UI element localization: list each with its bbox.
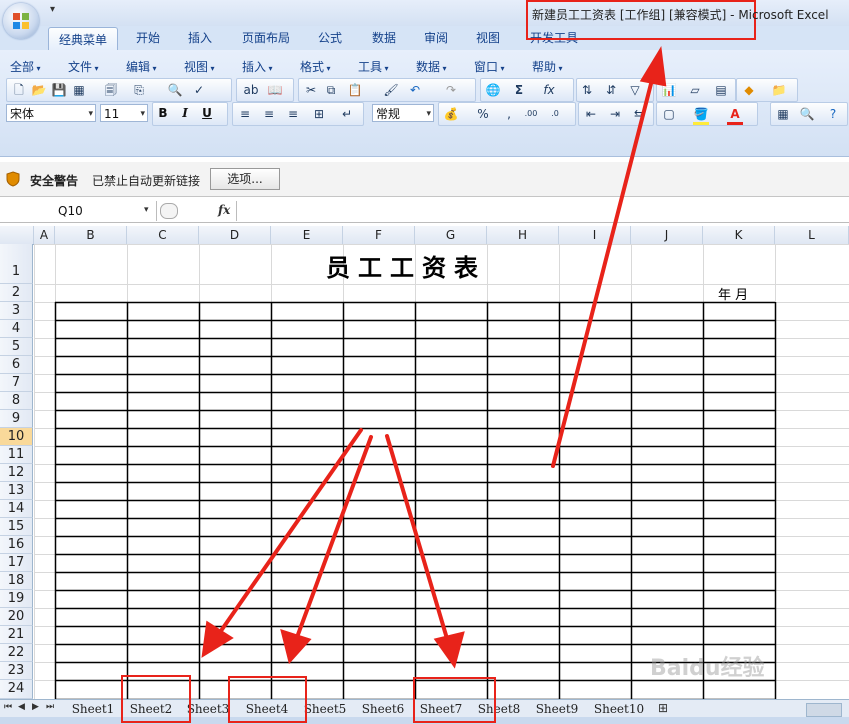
highlight-sheet4 (228, 676, 307, 723)
prev-sheet-icon[interactable]: ◀ (18, 702, 25, 712)
window-title-highlight: 新建员工工资表 [工作组] [兼容模式] - Microsoft Excel (526, 0, 829, 40)
highlight-sheet7 (413, 677, 496, 723)
first-sheet-icon[interactable]: ⏮ (4, 702, 12, 712)
worksheet-grid[interactable] (0, 0, 849, 724)
insert-sheet-icon[interactable]: ⊞ (658, 701, 668, 715)
watermark-logo: Baidu经验 (650, 656, 765, 681)
horizontal-scrollbar[interactable] (806, 703, 842, 717)
window-title: 新建员工工资表 [工作组] [兼容模式] - Microsoft Excel (532, 8, 829, 22)
next-sheet-icon[interactable]: ▶ (32, 702, 39, 712)
date-label: 年 月 (718, 288, 749, 303)
sheet-tab-10[interactable]: Sheet10 (588, 700, 650, 718)
office-button[interactable] (3, 3, 39, 39)
highlight-sheet2 (121, 675, 191, 723)
sheet-title: 员工工资表 (326, 253, 486, 282)
sheet-tab-6[interactable]: Sheet6 (356, 700, 410, 718)
office-logo-icon (13, 13, 29, 29)
sheet-tab-9[interactable]: Sheet9 (530, 700, 584, 718)
sheet-tab-1[interactable]: Sheet1 (66, 700, 120, 718)
last-sheet-icon[interactable]: ⏭ (46, 702, 54, 712)
